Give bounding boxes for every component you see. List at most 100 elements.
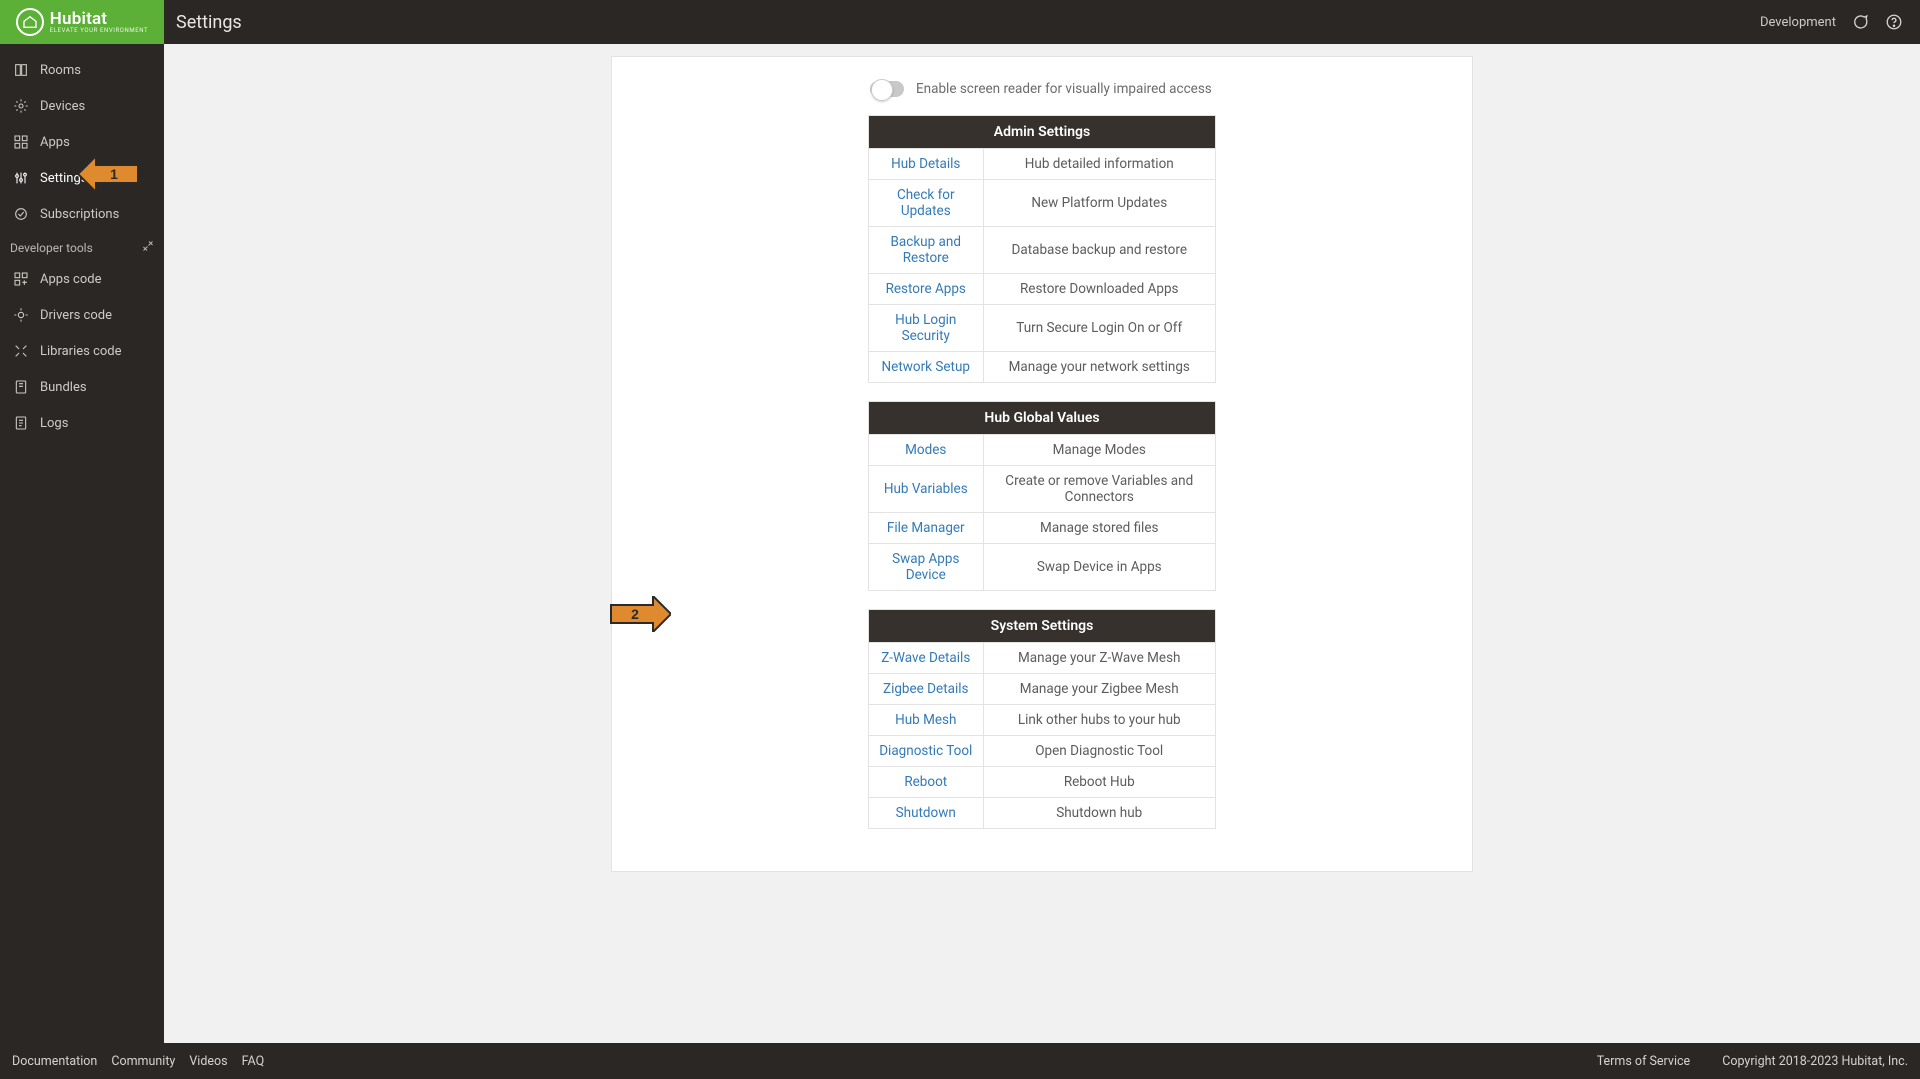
rooms-icon [12, 61, 30, 79]
table-row: File Manager Manage stored files [869, 513, 1216, 544]
callout-arrow-2: 2 [607, 596, 671, 632]
row-desc: Manage your network settings [983, 352, 1216, 383]
table-row: Hub Details Hub detailed information [869, 149, 1216, 180]
table-row: Hub Login Security Turn Secure Login On o… [869, 305, 1216, 352]
sidebar-item-label: Devices [40, 99, 85, 114]
hub-global-values-header: Hub Global Values [869, 402, 1216, 435]
sidebar-item-subscriptions[interactable]: Subscriptions [0, 196, 164, 232]
table-row: Check for UpdatesNew Platform Updates [869, 180, 1216, 227]
devices-icon [12, 97, 30, 115]
developer-tools-header[interactable]: Developer tools [0, 232, 164, 261]
row-desc: Turn Secure Login On or Off [983, 305, 1216, 352]
help-icon[interactable] [1884, 12, 1904, 32]
svg-text:2: 2 [631, 606, 639, 622]
row-desc: Manage your Z-Wave Mesh [983, 643, 1216, 674]
logo-text: Hubitat ELEVATE YOUR ENVIRONMENT [50, 11, 148, 34]
dev-header-label: Developer tools [10, 241, 93, 255]
sidebar-item-devices[interactable]: Devices [0, 88, 164, 124]
logo-name: Hubitat [50, 11, 148, 28]
sidebar-item-apps-code[interactable]: Apps code [0, 261, 164, 297]
row-desc: Manage stored files [983, 513, 1216, 544]
row-desc: Manage Modes [983, 435, 1216, 466]
system-settings-header: System Settings [869, 610, 1216, 643]
subscriptions-icon [12, 205, 30, 223]
diagnostic-tool-link[interactable]: Diagnostic Tool [879, 743, 972, 759]
row-desc: Hub detailed information [983, 149, 1216, 180]
sidebar: Rooms Devices Apps Settings Subscription… [0, 44, 164, 1043]
footer: Documentation Community Videos FAQ Terms… [0, 1043, 1920, 1079]
hub-variables-link[interactable]: Hub Variables [884, 481, 968, 497]
modes-link[interactable]: Modes [905, 442, 946, 458]
sidebar-item-logs[interactable]: Logs [0, 405, 164, 441]
drivers-code-icon [12, 306, 30, 324]
file-manager-link[interactable]: File Manager [887, 520, 965, 536]
footer-terms-link[interactable]: Terms of Service [1597, 1054, 1690, 1069]
table-row: Backup and Restore Database backup and re… [869, 227, 1216, 274]
hub-details-link[interactable]: Hub Details [891, 156, 960, 172]
env-label: Development [1760, 15, 1836, 30]
sidebar-item-label: Apps code [40, 272, 101, 287]
row-desc: Link other hubs to your hub [983, 705, 1216, 736]
collapse-icon[interactable] [142, 240, 154, 255]
check-updates-link[interactable]: Check for Updates [897, 187, 955, 219]
sidebar-item-label: Libraries code [40, 344, 122, 359]
sidebar-item-label: Logs [40, 416, 68, 431]
settings-card: Enable screen reader for visually impair… [611, 56, 1473, 872]
topbar: Hubitat ELEVATE YOUR ENVIRONMENT Setting… [0, 0, 1920, 44]
chat-icon[interactable] [1850, 12, 1870, 32]
footer-documentation-link[interactable]: Documentation [12, 1054, 97, 1069]
footer-community-link[interactable]: Community [111, 1054, 175, 1069]
apps-code-icon [12, 270, 30, 288]
table-row: Zigbee DetailsManage your Zigbee Mesh [869, 674, 1216, 705]
system-settings-table: System Settings Z-Wave Details Manage you… [868, 609, 1216, 829]
screen-reader-label: Enable screen reader for visually impair… [916, 81, 1212, 97]
row-desc: Database backup and restore [983, 227, 1216, 274]
screen-reader-toggle[interactable] [870, 81, 904, 97]
sidebar-item-bundles[interactable]: Bundles [0, 369, 164, 405]
zigbee-details-link[interactable]: Zigbee Details [883, 681, 969, 697]
hub-login-security-link[interactable]: Hub Login Security [895, 312, 956, 344]
svg-text:1: 1 [110, 166, 118, 182]
sidebar-item-label: Subscriptions [40, 207, 119, 222]
swap-apps-device-link[interactable]: Swap Apps Device [892, 551, 959, 583]
table-row: Reboot Reboot Hub [869, 767, 1216, 798]
reboot-link[interactable]: Reboot [904, 774, 947, 790]
sidebar-item-libraries-code[interactable]: Libraries code [0, 333, 164, 369]
topbar-right: Development [1760, 12, 1920, 32]
row-desc: Swap Device in Apps [983, 544, 1216, 591]
logo[interactable]: Hubitat ELEVATE YOUR ENVIRONMENT [0, 0, 164, 44]
footer-videos-link[interactable]: Videos [189, 1054, 227, 1069]
logo-badge-icon [16, 8, 44, 36]
footer-faq-link[interactable]: FAQ [242, 1054, 265, 1069]
table-row: Restore AppsRestore Downloaded Apps [869, 274, 1216, 305]
table-row: Network Setup Manage your network setting… [869, 352, 1216, 383]
table-row: Hub Mesh Link other hubs to your hub [869, 705, 1216, 736]
settings-icon [12, 169, 30, 187]
hub-global-values-table: Hub Global Values Modes Manage Modes Hub … [868, 401, 1216, 591]
sidebar-item-label: Drivers code [40, 308, 112, 323]
bundles-icon [12, 378, 30, 396]
row-desc: Open Diagnostic Tool [983, 736, 1216, 767]
sidebar-item-rooms[interactable]: Rooms [0, 52, 164, 88]
shutdown-link[interactable]: Shutdown [896, 805, 956, 821]
table-row: ShutdownShutdown hub [869, 798, 1216, 829]
sidebar-item-drivers-code[interactable]: Drivers code [0, 297, 164, 333]
page-title: Settings [176, 12, 242, 33]
zwave-details-link[interactable]: Z-Wave Details [881, 650, 970, 666]
logs-icon [12, 414, 30, 432]
table-row: Diagnostic Tool Open Diagnostic Tool [869, 736, 1216, 767]
network-setup-link[interactable]: Network Setup [882, 359, 970, 375]
admin-settings-header: Admin Settings [869, 116, 1216, 149]
restore-apps-link[interactable]: Restore Apps [886, 281, 966, 297]
screen-reader-row: Enable screen reader for visually impair… [612, 81, 1472, 115]
table-row: Z-Wave Details Manage your Z-Wave Mesh [869, 643, 1216, 674]
sidebar-item-apps[interactable]: Apps [0, 124, 164, 160]
backup-restore-link[interactable]: Backup and Restore [891, 234, 961, 266]
sidebar-item-label: Bundles [40, 380, 87, 395]
hub-mesh-link[interactable]: Hub Mesh [895, 712, 956, 728]
apps-icon [12, 133, 30, 151]
admin-settings-table: Admin Settings Hub Details Hub detailed i… [868, 115, 1216, 383]
footer-copyright: Copyright 2018-2023 Hubitat, Inc. [1722, 1054, 1908, 1069]
row-desc: Reboot Hub [983, 767, 1216, 798]
row-desc: Create or remove Variables and Connector… [983, 466, 1216, 513]
